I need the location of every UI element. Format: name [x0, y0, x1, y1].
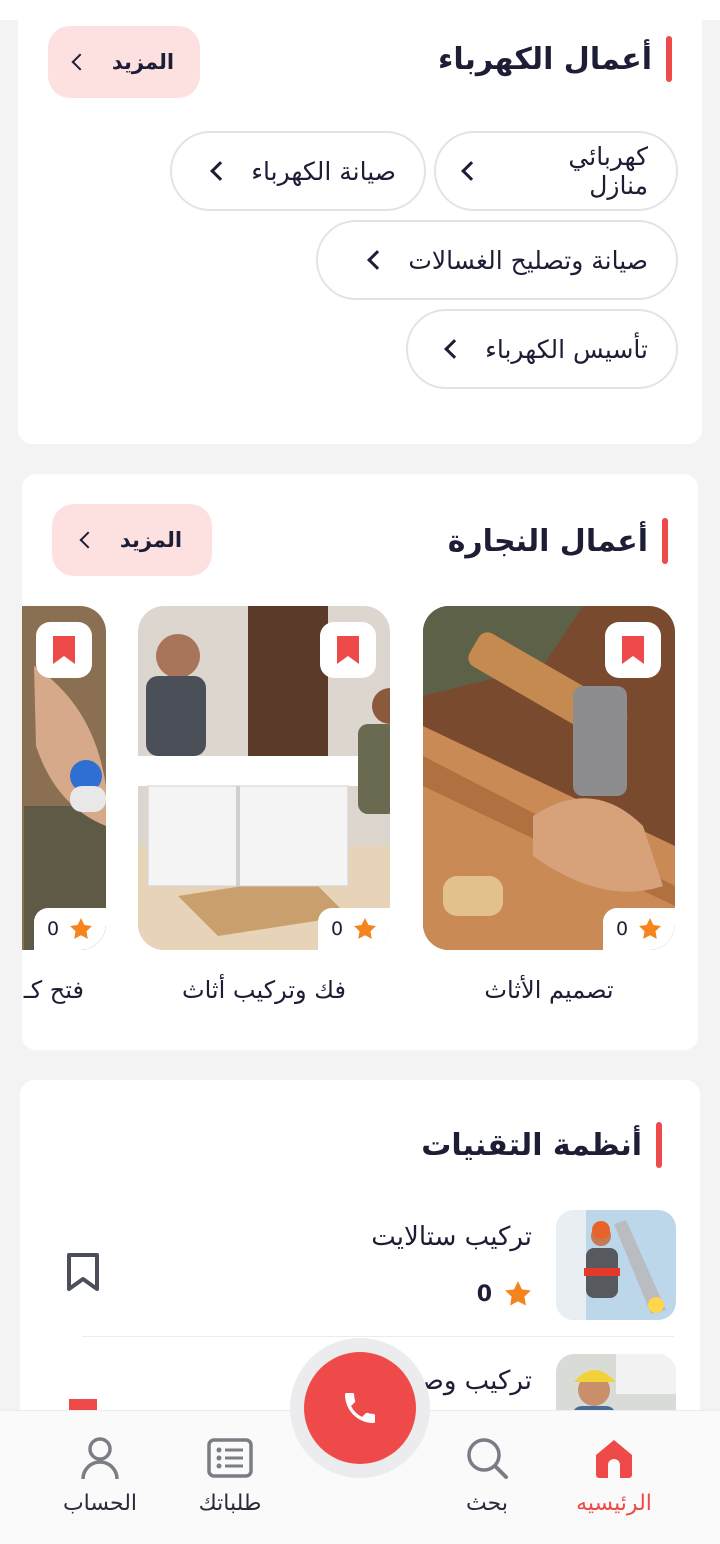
service-image: 0 [423, 606, 675, 950]
star-icon [505, 1281, 531, 1306]
satellite-technician-photo [556, 1210, 676, 1320]
star-icon [354, 918, 377, 939]
bookmark-filled-icon [622, 636, 644, 664]
rating-badge: 0 [34, 908, 106, 950]
nav-account-label: الحساب [62, 1491, 138, 1516]
more-label: المزيد [119, 528, 183, 552]
bookmark-button[interactable] [66, 1252, 100, 1296]
nav-orders-label: طلباتك [198, 1491, 262, 1516]
rating-value: 0 [46, 918, 60, 940]
chip-label: صيانة وتصليح الغسالات [408, 245, 648, 275]
bookmark-button[interactable] [605, 622, 661, 678]
call-button[interactable] [304, 1352, 416, 1464]
chip-electric-installation[interactable]: تأسيس الكهرباء [406, 309, 678, 389]
service-name: فك وتركيب أثاث [182, 976, 346, 1004]
list-item-title: تركيب ستالايت [371, 1222, 532, 1252]
service-card-furniture-design[interactable]: 0 تصميم الأثاث [423, 606, 675, 1004]
service-thumbnail [556, 1210, 676, 1320]
chevron-left-icon [71, 53, 89, 71]
chip-label: تأسيس الكهرباء [485, 334, 648, 364]
rating-badge: 0 [603, 908, 675, 950]
chip-label: صيانة الكهرباء [251, 156, 396, 186]
electric-section: أعمال الكهرباء المزيد كهربائي منازل صيان… [18, 0, 702, 444]
list-icon [207, 1438, 253, 1478]
section-accent-bar [656, 1122, 662, 1168]
home-icon [596, 1440, 632, 1478]
chip-washer-repair[interactable]: صيانة وتصليح الغسالات [316, 220, 678, 300]
section-accent-bar [666, 36, 672, 82]
service-name: فتح كـ [23, 976, 84, 1004]
search-icon [467, 1438, 508, 1479]
service-card-lock-opening[interactable]: 0 فتح كـ [22, 606, 106, 1004]
phone-icon [345, 1393, 375, 1423]
star-icon [639, 918, 662, 939]
chevron-left-icon [367, 250, 388, 270]
bookmark-filled-icon [337, 636, 359, 664]
nav-home[interactable]: الرئيسيه [554, 1435, 674, 1516]
nav-search-label: بحث [466, 1491, 508, 1516]
bookmark-button[interactable] [320, 622, 376, 678]
more-label: المزيد [111, 50, 175, 74]
chevron-left-icon [79, 531, 97, 549]
electric-section-header: أعمال الكهرباء [438, 36, 672, 82]
list-item-satellite[interactable]: تركيب ستالايت 0 [20, 1210, 700, 1340]
chip-home-electrician[interactable]: كهربائي منازل [434, 131, 678, 211]
bookmark-outline-icon [67, 1253, 99, 1291]
carpentry-section: أعمال النجارة المزيد 0 تصميم الأثاث 0 فك… [22, 474, 698, 1050]
tech-section-title: أنظمة التقنيات [421, 1127, 642, 1163]
rating-value: 0 [330, 918, 344, 940]
electric-more-button[interactable]: المزيد [48, 26, 200, 98]
electric-section-title: أعمال الكهرباء [438, 41, 652, 77]
section-accent-bar [662, 518, 668, 564]
rating: 0 [477, 1280, 532, 1308]
chevron-left-icon [210, 161, 231, 181]
nav-orders[interactable]: طلباتك [170, 1435, 290, 1516]
rating-badge: 0 [318, 908, 390, 950]
carpentry-section-header: أعمال النجارة [448, 518, 668, 564]
service-card-furniture-assembly[interactable]: 0 فك وتركيب أثاث [138, 606, 390, 1004]
chevron-left-icon [461, 161, 481, 181]
chip-electric-maintenance[interactable]: صيانة الكهرباء [170, 131, 426, 211]
chevron-left-icon [444, 339, 464, 359]
rating-value: 0 [615, 918, 629, 940]
list-divider [82, 1336, 674, 1337]
carpentry-more-button[interactable]: المزيد [52, 504, 212, 576]
bookmark-filled-icon [53, 636, 75, 664]
tech-section-header: أنظمة التقنيات [421, 1122, 662, 1168]
service-image: 0 [22, 606, 106, 950]
chip-label: كهربائي منازل [568, 142, 648, 200]
bookmark-button[interactable] [36, 622, 92, 678]
service-image: 0 [138, 606, 390, 950]
nav-account[interactable]: الحساب [40, 1435, 160, 1516]
star-icon [70, 918, 93, 939]
nav-search[interactable]: بحث [427, 1435, 547, 1516]
carpentry-section-title: أعمال النجارة [447, 523, 648, 559]
user-icon [81, 1437, 119, 1480]
rating-value: 0 [476, 1281, 492, 1307]
service-name: تصميم الأثاث [484, 976, 614, 1004]
nav-home-label: الرئيسيه [576, 1491, 652, 1516]
